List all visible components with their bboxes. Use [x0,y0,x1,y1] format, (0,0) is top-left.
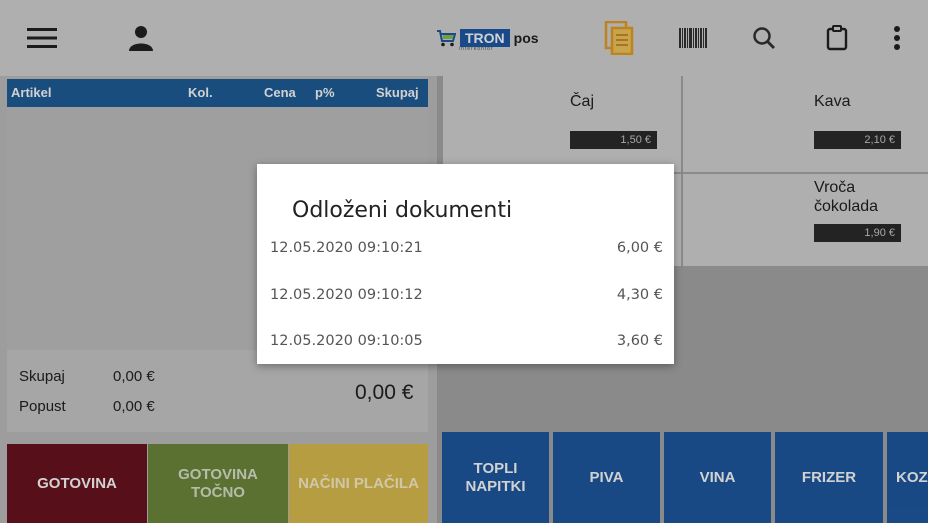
dialog-title: Odloženi dokumenti [292,198,513,223]
document-row[interactable]: 12.05.2020 09:10:21 6,00 € [270,234,663,264]
document-row[interactable]: 12.05.2020 09:10:05 3,60 € [270,327,663,357]
deferred-documents-dialog: Odloženi dokumenti 12.05.2020 09:10:21 6… [257,164,674,364]
document-amount: 6,00 € [616,240,663,256]
document-datetime: 12.05.2020 09:10:05 [270,333,423,349]
document-datetime: 12.05.2020 09:10:21 [270,240,423,256]
document-datetime: 12.05.2020 09:10:12 [270,287,423,303]
document-amount: 3,60 € [616,333,663,349]
document-amount: 4,30 € [616,287,663,303]
document-row[interactable]: 12.05.2020 09:10:12 4,30 € [270,281,663,311]
